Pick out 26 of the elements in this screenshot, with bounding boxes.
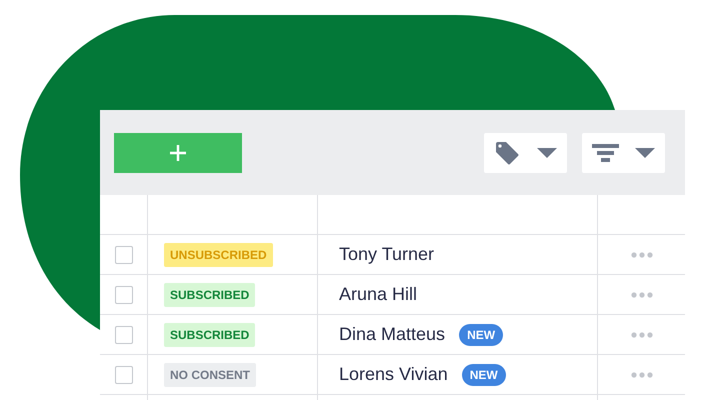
row-checkbox[interactable] [114,326,132,344]
contact-name: Tony Turner [339,244,434,265]
plus-icon [169,144,187,162]
filter-dropdown[interactable] [582,132,665,172]
status-tag: NO CONSENT [164,362,256,386]
row-checkbox[interactable] [114,286,132,304]
new-badge: NEW [459,324,504,346]
more-icon[interactable] [630,372,652,378]
add-button[interactable] [114,132,242,172]
row-checkbox[interactable] [114,246,132,264]
contact-name: Aruna Hill [339,284,418,305]
filter-icon [592,144,619,162]
more-icon[interactable] [630,252,652,258]
caret-icon [537,148,557,158]
contact-name: Dina Matteus [339,324,446,345]
tag-dropdown[interactable] [484,132,567,172]
caret-icon [635,148,655,158]
row-checkbox[interactable] [114,366,132,384]
more-icon[interactable] [630,332,652,338]
status-tag: SUBSCRIBED [164,282,256,306]
new-badge: NEW [462,364,506,386]
contact-name: Lorens Vivian [339,364,448,385]
status-tag: SUBSCRIBED [164,322,256,346]
status-tag: UNSUBSCRIBED [164,242,273,266]
more-icon[interactable] [630,292,652,298]
tag-icon [494,140,520,166]
